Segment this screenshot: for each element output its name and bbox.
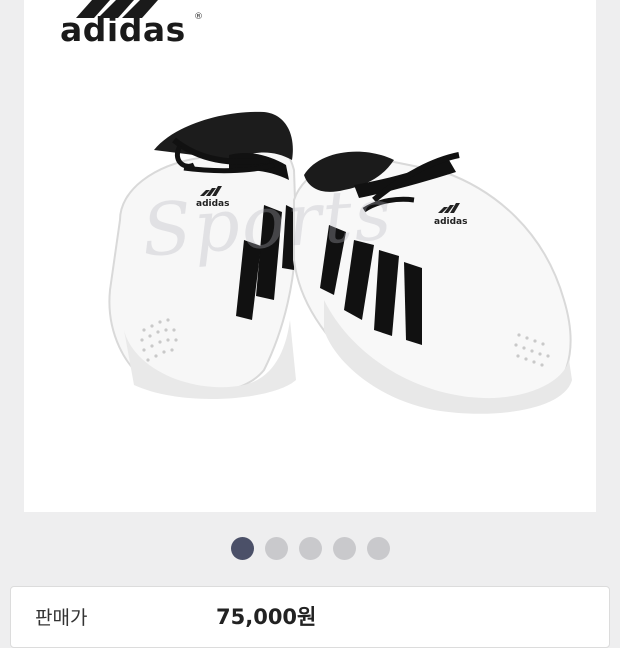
- carousel-dot-1[interactable]: [230, 537, 254, 560]
- brand-logo-text: adidas: [60, 10, 186, 49]
- carousel-pagination: [0, 537, 620, 563]
- registered-mark: ®: [194, 12, 203, 22]
- carousel-dot-5[interactable]: [366, 537, 390, 560]
- carousel-dot-2[interactable]: [264, 537, 288, 560]
- right-shoe-brand-text: adidas: [434, 217, 467, 227]
- carousel-dot-3[interactable]: [298, 537, 322, 560]
- price-panel: 판매가 75,000원: [10, 586, 610, 648]
- price-label: 판매가: [35, 607, 88, 629]
- product-image-frame[interactable]: adidas adidas Sports adidas ®: [24, 0, 596, 512]
- carousel-dot-4[interactable]: [332, 537, 356, 560]
- price-value: 75,000원: [216, 605, 317, 629]
- watermark-text: Sports: [139, 171, 396, 273]
